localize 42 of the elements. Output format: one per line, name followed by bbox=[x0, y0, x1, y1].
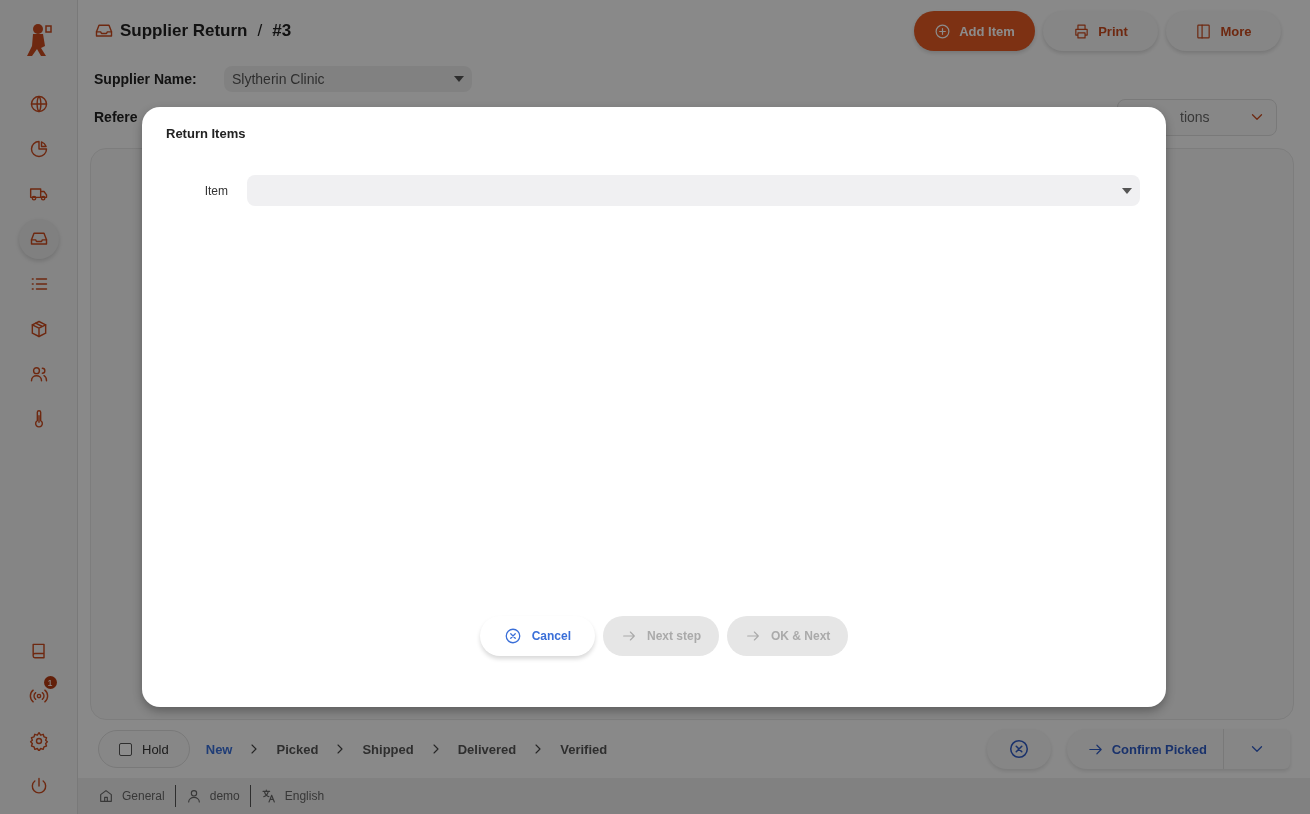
arrow-right-icon bbox=[745, 628, 761, 644]
workflow-step: New bbox=[205, 741, 233, 757]
nav-button[interactable] bbox=[18, 219, 59, 259]
translate-icon bbox=[260, 788, 277, 804]
workflow-step: Delivered bbox=[457, 741, 517, 757]
hold-button[interactable]: Hold bbox=[98, 730, 190, 768]
status-item: demo bbox=[209, 789, 240, 803]
workflow-step: Picked bbox=[276, 741, 319, 757]
record-number: #3 bbox=[272, 21, 292, 41]
dialog-button[interactable]: Cancel bbox=[479, 616, 595, 656]
nav-button[interactable]: 1 bbox=[18, 676, 59, 716]
checkbox[interactable] bbox=[119, 742, 132, 756]
notification-badge: 1 bbox=[43, 676, 57, 689]
arrow-right-icon bbox=[621, 628, 637, 644]
caret-icon bbox=[454, 76, 464, 82]
globe-icon bbox=[28, 94, 49, 114]
workflow-step: Shipped bbox=[362, 741, 414, 757]
printer-icon bbox=[1073, 22, 1091, 40]
add-item-button[interactable]: Add Item bbox=[914, 11, 1035, 51]
user-icon bbox=[185, 788, 202, 804]
caret-icon bbox=[1122, 187, 1132, 194]
users-icon bbox=[28, 364, 49, 384]
workflow-step: Verified bbox=[560, 741, 608, 757]
breadcrumb-separator: / bbox=[257, 21, 263, 41]
status-item: General bbox=[122, 789, 165, 803]
field-label: Supplier Name: bbox=[94, 71, 198, 87]
close-circle-icon bbox=[1007, 738, 1030, 760]
status-item: English bbox=[284, 789, 325, 803]
toolbar-button[interactable]: More bbox=[1166, 11, 1281, 51]
close-circle-icon bbox=[503, 627, 522, 645]
toolbar-button[interactable]: Print bbox=[1043, 11, 1158, 51]
field-label: Refere bbox=[94, 109, 139, 125]
page-title: Supplier Return bbox=[120, 21, 248, 41]
dialog-title: Return Items bbox=[166, 126, 247, 141]
confirm-button[interactable]: Confirm Picked bbox=[1066, 729, 1224, 769]
plus-circle-icon bbox=[934, 22, 952, 40]
panel-icon bbox=[1195, 22, 1213, 40]
field-label: Item bbox=[203, 183, 228, 198]
supplier-select[interactable]: Slytherin Clinic bbox=[224, 66, 472, 92]
settings-icon bbox=[28, 731, 49, 751]
pie-chart-icon bbox=[28, 139, 49, 159]
home-icon bbox=[98, 788, 114, 804]
